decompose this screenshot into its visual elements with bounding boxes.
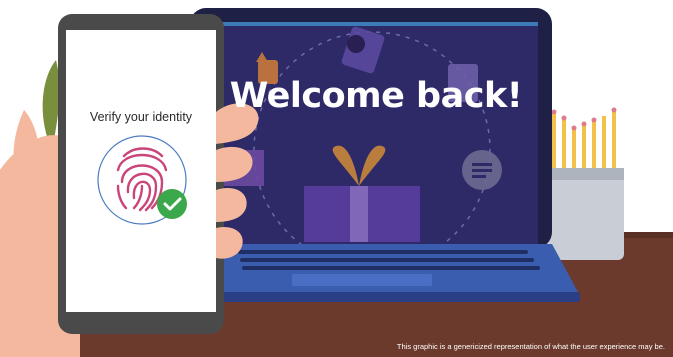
scene-artwork <box>0 8 673 357</box>
illustration-scene: Welcome back! Verify your identity This … <box>0 0 673 357</box>
welcome-heading: Welcome back! <box>229 76 523 116</box>
pencil-cup <box>542 107 624 260</box>
disclaimer-text: This graphic is a genericized representa… <box>396 342 665 351</box>
checkmark-icon <box>157 189 187 219</box>
verify-identity-label: Verify your identity <box>89 110 193 124</box>
